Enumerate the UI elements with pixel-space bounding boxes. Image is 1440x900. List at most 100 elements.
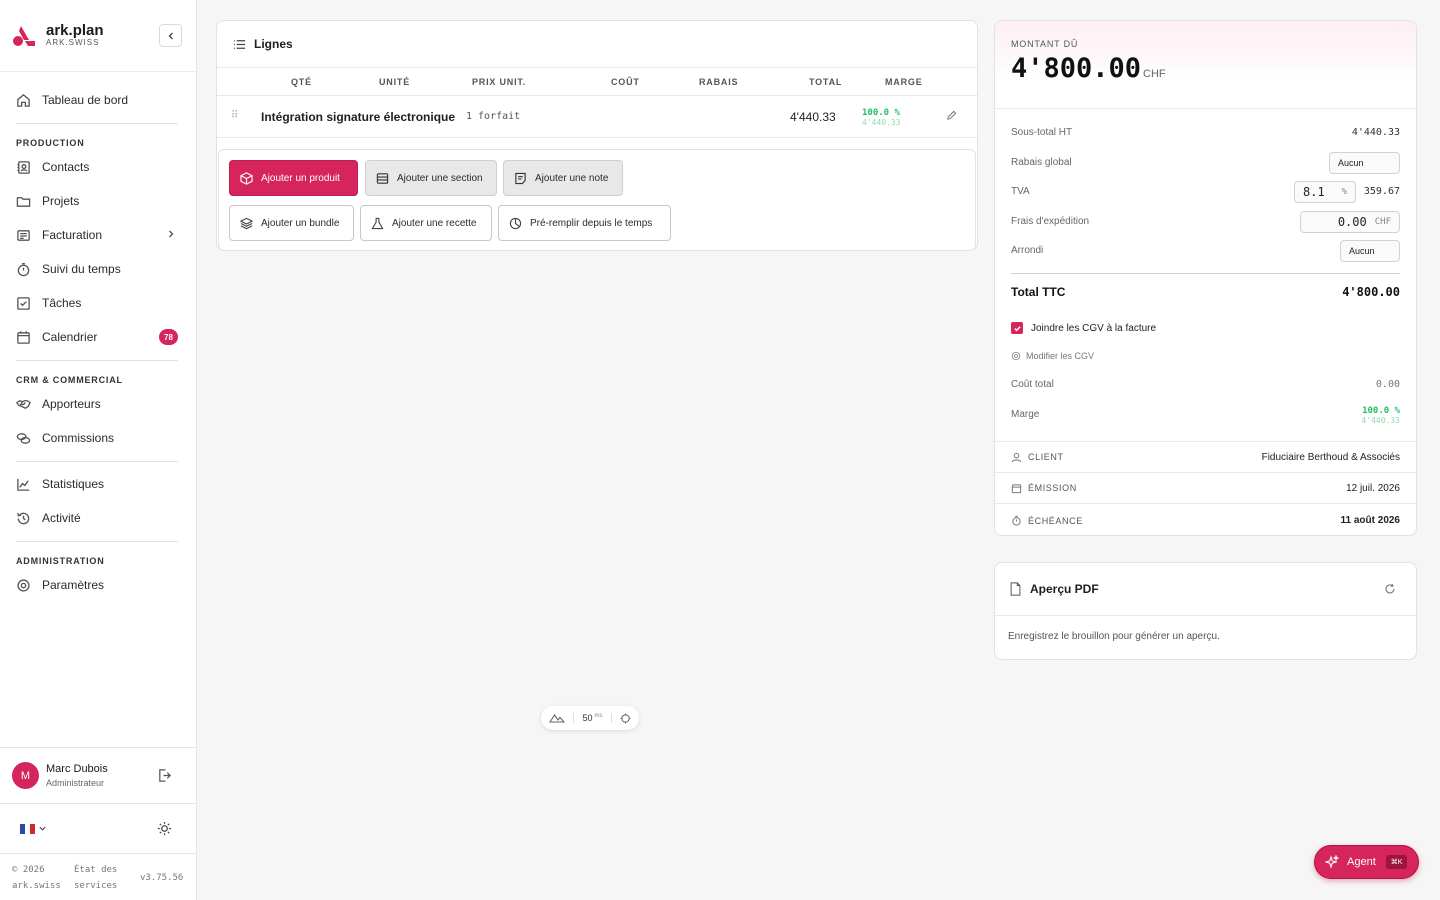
shipping-input[interactable]: 0.00 CHF (1300, 211, 1400, 233)
history-icon (17, 512, 30, 524)
performance-number: 50 (582, 713, 593, 723)
nav-item-billing[interactable]: Facturation (16, 218, 178, 252)
discount-label: Rabais global (1011, 157, 1072, 168)
brand[interactable]: ark.plan ARK.SWISS (0, 0, 196, 72)
total-cost-value: 0.00 (1375, 379, 1400, 390)
add-recipe-button[interactable]: Ajouter une recette (360, 205, 492, 241)
service-status-line: État des (74, 865, 118, 875)
crosshair-icon[interactable] (620, 712, 631, 724)
chevron-left-icon (168, 32, 173, 39)
nav-item-referrers[interactable]: Apporteurs (16, 387, 178, 421)
vat-amount: 359.67 (1363, 186, 1400, 197)
issue-date-label: ÉMISSION (1028, 483, 1077, 493)
discount-select[interactable]: Aucun (1329, 152, 1400, 174)
nav-divider (16, 360, 178, 361)
amount-due-number: 4'800.00 (1011, 53, 1142, 84)
nav-item-tasks[interactable]: Tâches (16, 286, 178, 320)
nav-item-stats[interactable]: Statistiques (16, 467, 178, 501)
pdf-file-icon (1010, 582, 1021, 596)
total-ttc-row: Total TTC 4'800.00 (1011, 273, 1400, 299)
add-bundle-button[interactable]: Ajouter un bundle (229, 205, 354, 241)
gear-icon (1011, 351, 1021, 361)
logout-icon[interactable] (157, 768, 172, 783)
client-row[interactable]: CLIENT Fiduciaire Berthoud & Associés (995, 441, 1416, 472)
prefill-time-button[interactable]: Pré-remplir depuis le temps (498, 205, 671, 241)
layers-icon (240, 217, 253, 229)
mountains-icon (549, 714, 565, 723)
pdf-preview-card: Aperçu PDF Enregistrez le brouillon pour… (994, 562, 1417, 660)
contacts-icon (17, 160, 30, 174)
lines-card: Lignes QTÉ UNITÉ PRIX UNIT. COÛT RABAIS … (216, 20, 978, 251)
add-bundle-label: Ajouter un bundle (261, 217, 340, 229)
chart-line-icon (17, 478, 30, 491)
nav-item-dashboard[interactable]: Tableau de bord (16, 83, 178, 117)
agent-label: Agent (1347, 856, 1376, 868)
subtotal-label: Sous-total HT (1011, 127, 1073, 138)
total-cost-row: Coût total 0.00 (1011, 379, 1400, 390)
nav-item-commissions[interactable]: Commissions (16, 421, 178, 455)
drag-handle-icon[interactable]: ⠿ (231, 110, 238, 121)
due-date-row[interactable]: ÉCHÉANCE 11 août 2026 (995, 503, 1416, 535)
box-icon (240, 171, 253, 185)
performance-indicator[interactable]: 50 ms (541, 706, 639, 730)
stopwatch-icon (1012, 515, 1021, 526)
nav-item-activity[interactable]: Activité (16, 501, 178, 535)
vat-label: TVA (1011, 186, 1030, 197)
chevron-down-icon (39, 826, 46, 831)
nav-item-time[interactable]: Suivi du temps (16, 252, 178, 286)
add-product-button[interactable]: Ajouter un produit (229, 160, 358, 196)
issue-date-row[interactable]: ÉMISSION 12 juil. 2026 (995, 472, 1416, 503)
nav-divider (16, 461, 178, 462)
line-quantity: 1 forfait (466, 111, 521, 122)
vat-rate-input[interactable]: 8.1 % (1294, 181, 1356, 203)
brand-logo-icon (13, 25, 35, 46)
nav-section-production: PRODUCTION (16, 138, 85, 148)
checkbox-icon (17, 296, 30, 310)
rounding-select[interactable]: Aucun (1340, 240, 1400, 262)
column-qty: QTÉ (291, 77, 312, 87)
column-cost: COÛT (611, 77, 640, 87)
calendar-icon (1011, 483, 1022, 493)
vat-rate-value: 8.1 (1303, 185, 1325, 199)
vat-rate-unit: % (1341, 187, 1347, 197)
nav-item-projects[interactable]: Projets (16, 184, 178, 218)
nav-label: Commissions (42, 431, 115, 445)
line-total: 4'440.33 (790, 110, 836, 124)
column-total: TOTAL (809, 77, 843, 87)
add-section-button[interactable]: Ajouter une section (365, 160, 497, 196)
nav-item-calendar[interactable]: Calendrier 78 (16, 320, 178, 354)
total-cost-label: Coût total (1011, 379, 1054, 390)
pdf-preview-header: Aperçu PDF (995, 563, 1416, 616)
user-profile[interactable]: M Marc Dubois Administrateur (0, 747, 196, 804)
clock-pie-icon (509, 217, 522, 229)
nav-item-settings[interactable]: Paramètres (16, 568, 178, 602)
agent-button[interactable]: Agent ⌘K (1314, 845, 1419, 879)
user-name: Marc Dubois (46, 763, 108, 775)
refresh-icon[interactable] (1384, 583, 1396, 595)
language-selector[interactable] (20, 823, 47, 834)
attach-cgv-checkbox[interactable] (1011, 322, 1023, 334)
pencil-icon[interactable] (946, 110, 957, 121)
add-note-button[interactable]: Ajouter une note (503, 160, 623, 196)
client-value: Fiduciaire Berthoud & Associés (1261, 451, 1400, 463)
nav-label: Tâches (42, 296, 82, 310)
flag-fr-icon (20, 823, 35, 834)
stopwatch-icon (17, 262, 30, 276)
performance-unit: ms (594, 713, 603, 719)
agent-shortcut: ⌘K (1385, 855, 1408, 869)
total-ttc-value: 4'800.00 (1342, 285, 1400, 299)
add-section-label: Ajouter une section (397, 172, 483, 184)
attach-cgv-checkbox-row[interactable]: Joindre les CGV à la facture (1011, 322, 1156, 334)
collapse-sidebar-button[interactable] (159, 24, 182, 47)
section-icon (376, 172, 389, 184)
nav-item-contacts[interactable]: Contacts (16, 150, 178, 184)
line-margin-pct: 100.0 % (862, 108, 900, 118)
user-role: Administrateur (46, 778, 105, 788)
edit-cgv-link[interactable]: Modifier les CGV (1011, 351, 1094, 361)
theme-toggle-icon[interactable] (157, 821, 172, 836)
margin-pct: 100.0 % (1362, 406, 1400, 416)
due-date-label: ÉCHÉANCE (1028, 515, 1083, 526)
service-status-link[interactable]: État des services (74, 862, 140, 892)
rounding-label: Arrondi (1011, 245, 1044, 256)
table-row[interactable]: ⠿ Intégration signature électronique 1 f… (217, 96, 977, 138)
